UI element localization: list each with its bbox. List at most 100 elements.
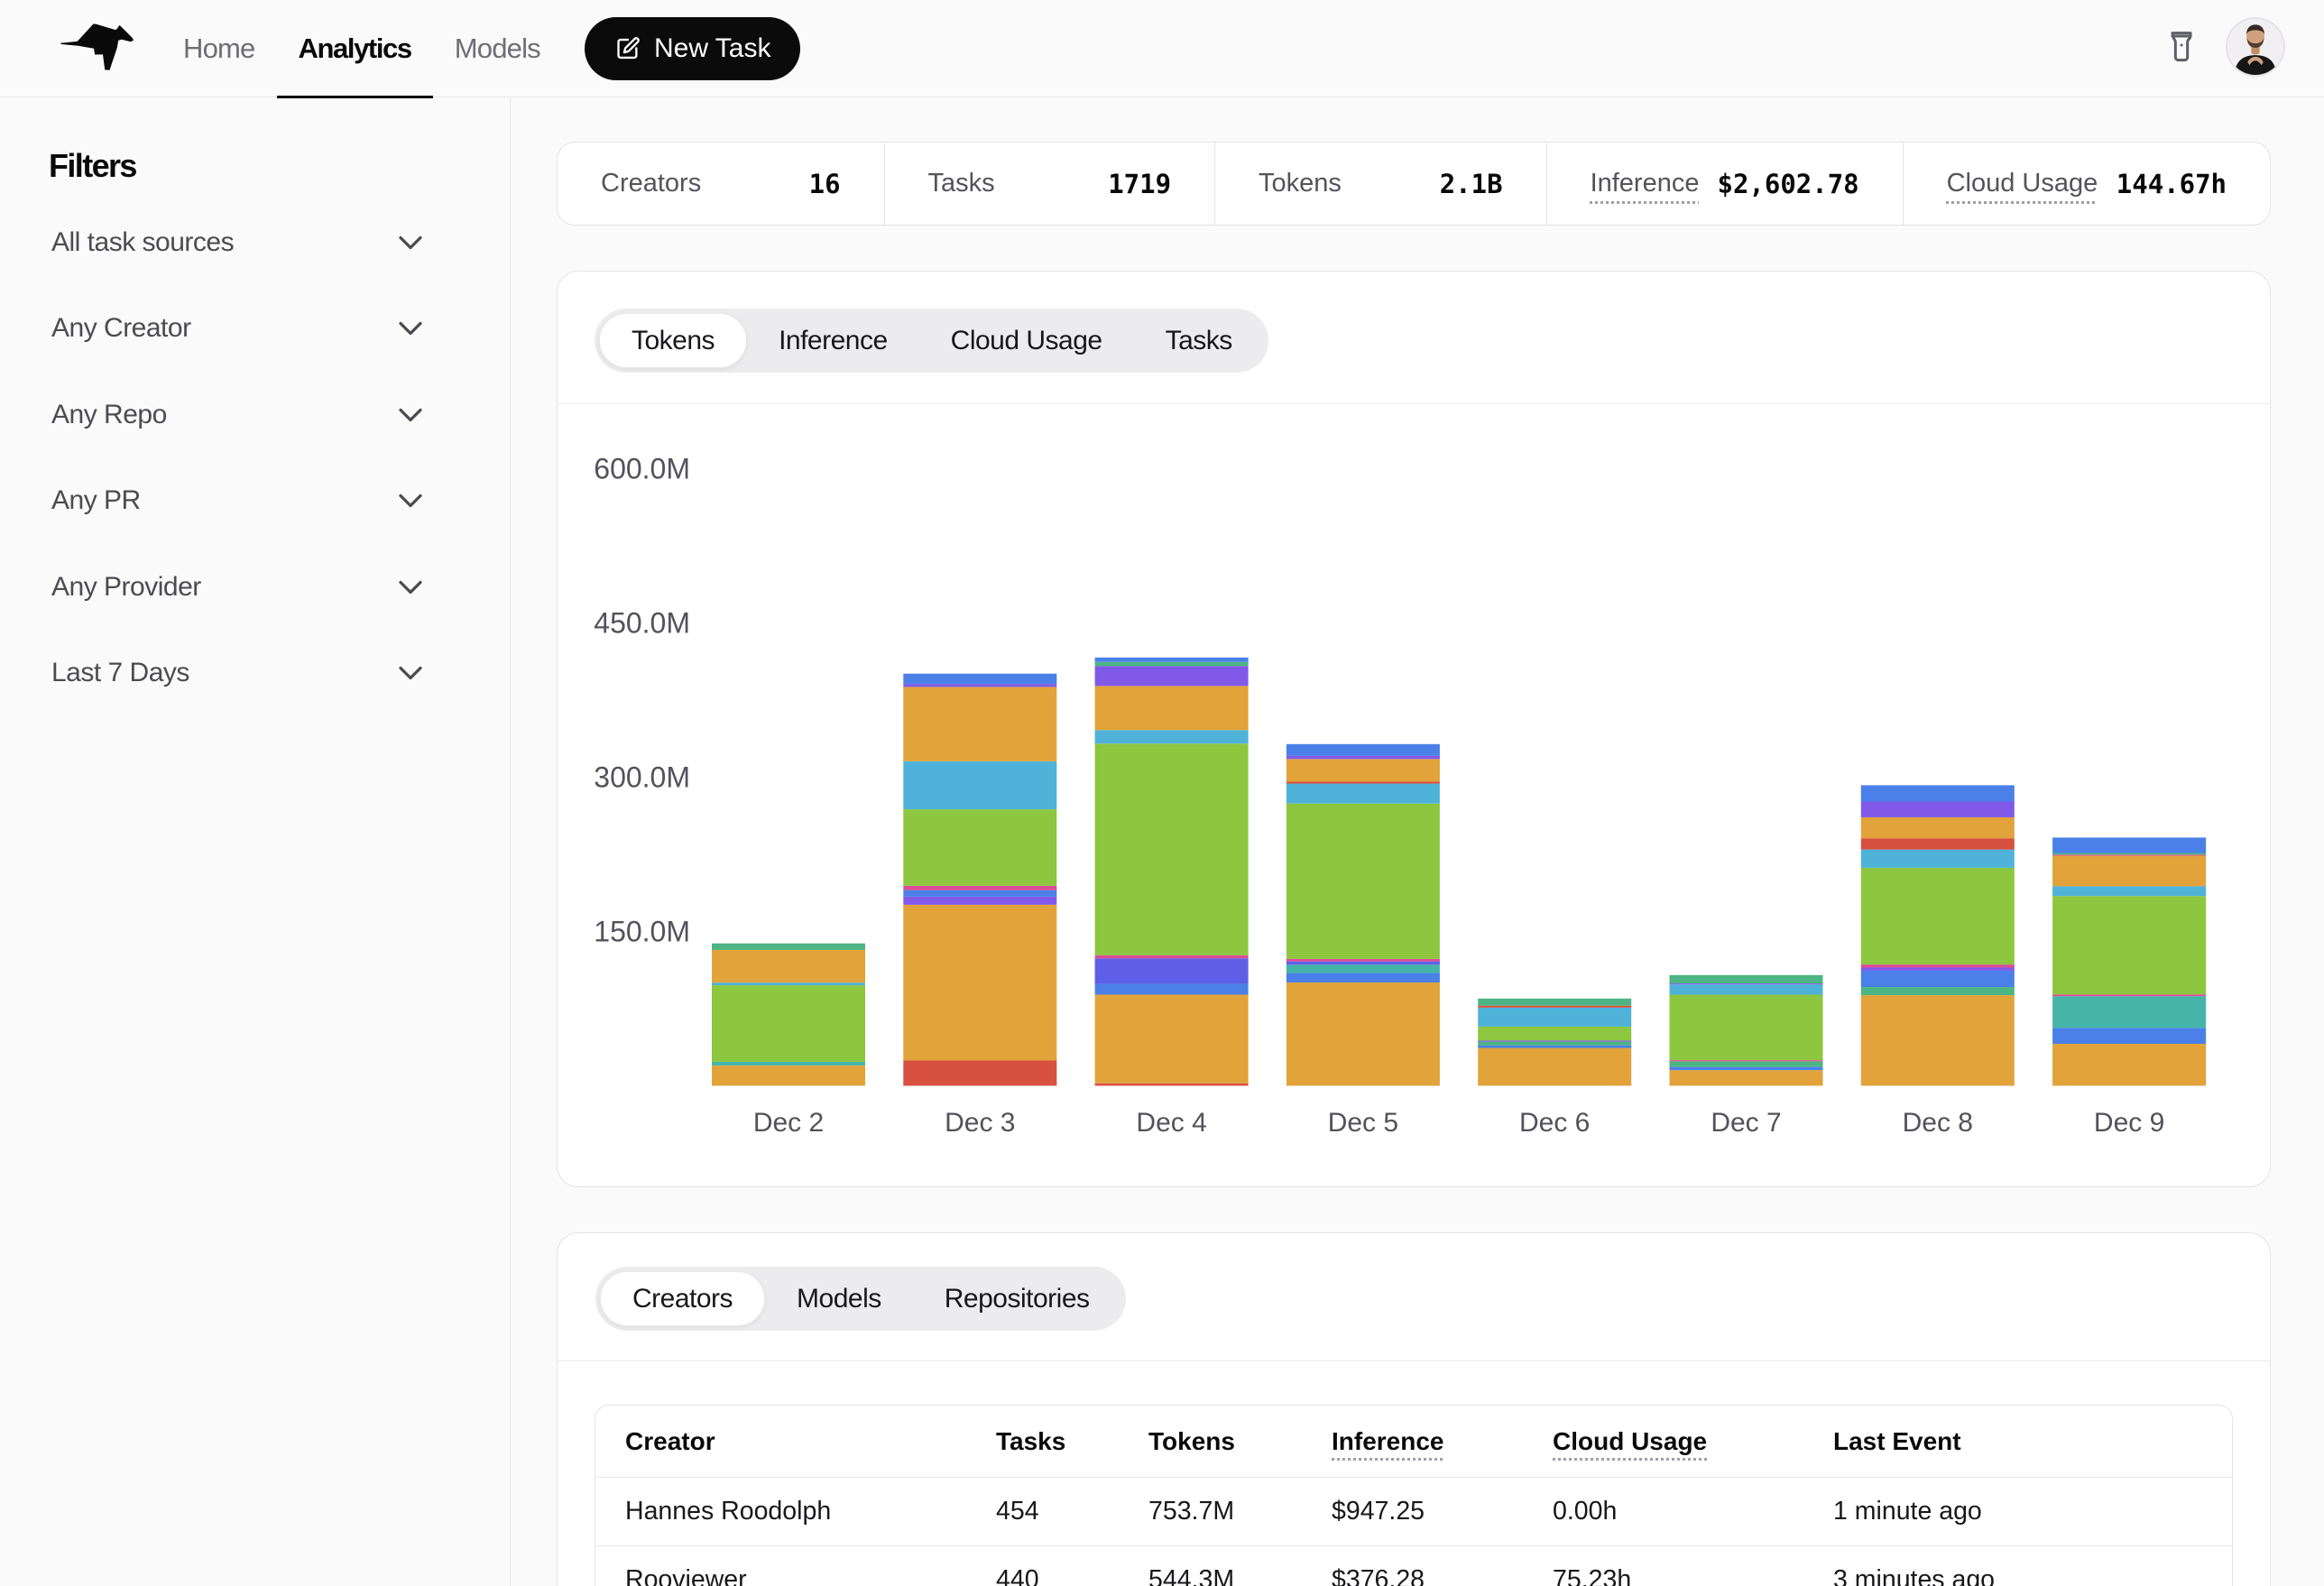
table-row-hannes-roodolph[interactable]: Hannes Roodolph454753.7M$947.250.00h1 mi…: [595, 1478, 2232, 1546]
filter-all-task-sources[interactable]: All task sources: [51, 199, 424, 286]
new-task-button[interactable]: New Task: [585, 17, 800, 80]
bar-segment-orange: [1095, 994, 1249, 1083]
bar-segment-pink: [2052, 854, 2206, 855]
bar-segment-red: [1478, 1006, 1631, 1008]
kangaroo-logo[interactable]: [60, 23, 134, 71]
bar-dec-9[interactable]: [2052, 837, 2206, 1085]
bar-segment-orange: [1670, 1070, 1823, 1085]
col-header-cloud-usage[interactable]: Cloud Usage: [1553, 1427, 1833, 1456]
bar-segment-pink: [2052, 994, 2206, 996]
bar-dec-6[interactable]: [1478, 999, 1631, 1086]
bar-segment-blue: [1861, 785, 2015, 801]
filter-list: All task sources Any Creator Any Repo Any P…: [51, 199, 424, 716]
nav-item-models[interactable]: Models: [433, 0, 562, 97]
y-tick-600.0M: 600.0M: [594, 453, 690, 485]
filter-any-creator[interactable]: Any Creator: [51, 286, 424, 373]
col-header-inference[interactable]: Inference: [1332, 1427, 1553, 1456]
x-tick-dec-5: Dec 5: [1328, 1108, 1398, 1138]
bar-segment-blue: [2052, 1028, 2206, 1044]
table-tabs: CreatorsModelsRepositories: [595, 1267, 1126, 1331]
bar-segment-orange: [1861, 817, 2015, 838]
bar-segment-orange: [1286, 982, 1440, 1085]
filter-any-provider[interactable]: Any Provider: [51, 544, 424, 631]
bar-segment-purple: [1478, 1040, 1631, 1041]
table-tab-repositories[interactable]: Repositories: [913, 1271, 1121, 1326]
table-cell: 753.7M: [1148, 1497, 1332, 1526]
bar-segment-blue: [1095, 983, 1249, 994]
table-tab-creators[interactable]: Creators: [600, 1271, 765, 1326]
bar-segment-teal: [1286, 964, 1440, 973]
col-header-last-event: Last Event: [1833, 1427, 2232, 1456]
chevron-down-icon: [391, 481, 430, 521]
chart-tab-inference[interactable]: Inference: [747, 313, 919, 368]
chart-tab-tokens[interactable]: Tokens: [599, 313, 747, 368]
bar-segment-orange: [712, 1065, 865, 1085]
bar-segment-blue: [1861, 971, 2015, 987]
nav-item-home[interactable]: Home: [161, 0, 277, 97]
filter-label: Any Repo: [51, 400, 167, 430]
table-row-rooviewer[interactable]: Rooviewer440544.3M$376.2875.23h3 minutes…: [595, 1546, 2232, 1586]
bar-segment-skyblue: [1478, 1008, 1631, 1027]
bar-segment-orange: [1478, 1048, 1631, 1086]
table-cell: $376.28: [1332, 1565, 1553, 1586]
filter-last-7-days[interactable]: Last 7 Days: [51, 631, 424, 717]
chart-tab-cloud-usage[interactable]: Cloud Usage: [919, 313, 1134, 368]
bar-segment-purple: [1861, 968, 2015, 971]
bar-segment-green: [1095, 743, 1249, 955]
bar-segment-teal: [2052, 996, 2206, 1028]
bar-dec-3[interactable]: [903, 674, 1056, 1086]
bar-segment-orange: [2052, 855, 2206, 886]
bar-segment-pink: [1861, 964, 2015, 967]
chevron-down-icon: [391, 567, 430, 607]
bar-segment-purple: [903, 897, 1056, 905]
filter-label: All task sources: [51, 227, 234, 258]
bar-segment-red: [1286, 782, 1440, 784]
bar-segment-seagreen: [2052, 853, 2206, 855]
bar-segment-pink: [1095, 955, 1249, 959]
table-cell: 0.00h: [1553, 1497, 1833, 1526]
main-content: Creators16Tasks1719Tokens2.1BInference$2…: [512, 98, 2324, 1586]
x-tick-dec-2: Dec 2: [753, 1108, 824, 1138]
filter-label: Last 7 Days: [51, 658, 189, 688]
nav-item-analytics[interactable]: Analytics: [277, 0, 433, 97]
user-avatar[interactable]: [2227, 19, 2283, 75]
bar-segment-skyblue: [1095, 730, 1249, 743]
table-cell: 544.3M: [1148, 1565, 1332, 1586]
table-cell: Hannes Roodolph: [625, 1497, 996, 1526]
x-tick-dec-6: Dec 6: [1519, 1108, 1590, 1138]
bar-segment-purple: [1670, 983, 1823, 984]
filter-any-repo[interactable]: Any Repo: [51, 372, 424, 458]
bar-segment-skyblue: [1861, 850, 2015, 868]
stat-value: 1719: [1108, 169, 1171, 199]
bar-segment-indigo: [1286, 962, 1440, 965]
bar-segment-seagreen: [1670, 975, 1823, 983]
bar-segment-orange: [1095, 686, 1249, 730]
bar-segment-green: [903, 809, 1056, 886]
table-card-divider: [558, 1360, 2270, 1361]
bar-dec-2[interactable]: [712, 944, 865, 1086]
bar-segment-red: [1861, 838, 2015, 849]
table-cell: $947.25: [1332, 1497, 1553, 1526]
filters-sidebar: Filters All task sourcesAny CreatorAny R…: [0, 98, 511, 1586]
bar-segment-seagreen: [1478, 1042, 1631, 1046]
x-tick-dec-4: Dec 4: [1136, 1108, 1206, 1138]
bar-segment-seagreen: [1670, 1061, 1823, 1066]
stat-label[interactable]: Inference: [1591, 169, 1700, 198]
table-tab-models[interactable]: Models: [765, 1271, 913, 1326]
flashlight-icon[interactable]: [2163, 27, 2200, 63]
stat-tokens: Tokens2.1B: [1215, 143, 1547, 225]
table-cell: 1 minute ago: [1833, 1497, 2232, 1526]
stat-label[interactable]: Cloud Usage: [1947, 169, 2098, 198]
stat-label: Tokens: [1259, 169, 1342, 198]
bar-dec-7[interactable]: [1670, 975, 1823, 1086]
table-header-row: CreatorTasksTokensInferenceCloud UsageLa…: [595, 1406, 2232, 1478]
chevron-down-icon: [391, 653, 430, 693]
bar-segment-orange: [903, 905, 1056, 1061]
bar-dec-5[interactable]: [1286, 744, 1440, 1086]
bar-segment-seagreen: [712, 944, 865, 950]
chart-tab-tasks[interactable]: Tasks: [1134, 313, 1264, 368]
bar-dec-4[interactable]: [1095, 658, 1249, 1086]
filter-any-pr[interactable]: Any PR: [51, 458, 424, 545]
bar-segment-orange: [712, 950, 865, 982]
bar-dec-8[interactable]: [1861, 785, 2015, 1085]
